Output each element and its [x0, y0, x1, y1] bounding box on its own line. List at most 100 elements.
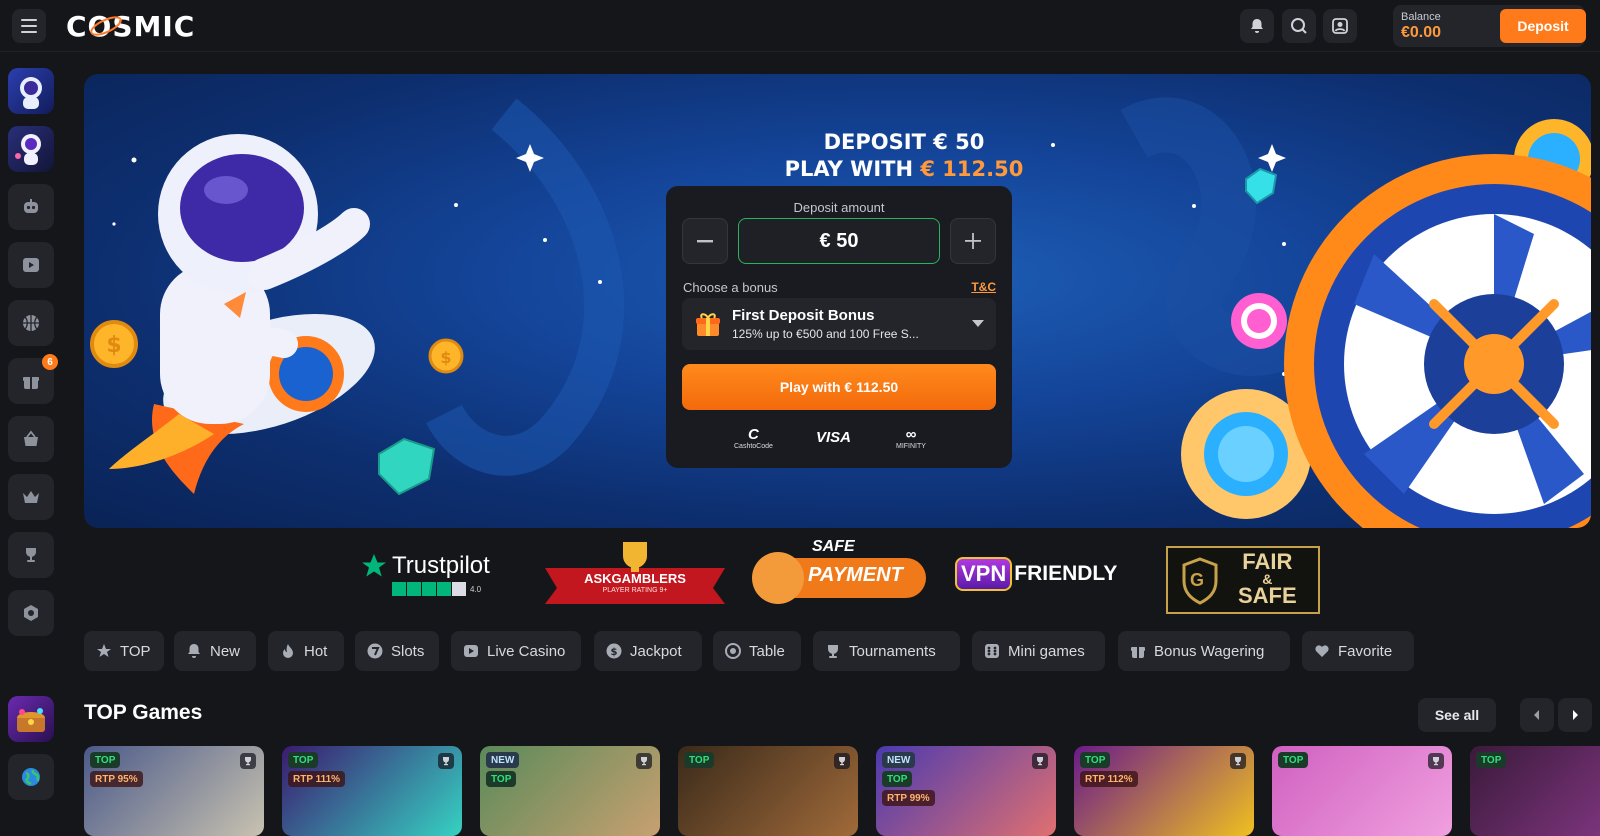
category-top[interactable]: TOP	[84, 631, 164, 671]
payment-cashtocode-label: CashtoCode	[734, 443, 773, 450]
category-table[interactable]: Table	[713, 631, 801, 671]
game-tag: TOP	[1476, 752, 1507, 768]
deposit-button[interactable]: Deposit	[1500, 9, 1586, 43]
category-jackpot[interactable]: $ Jackpot	[594, 631, 702, 671]
see-all-button[interactable]: See all	[1418, 698, 1496, 732]
vpn-label: VPN	[955, 557, 1013, 591]
logo-mark: COSMIC	[66, 10, 195, 43]
trophy-icon	[1032, 753, 1048, 769]
game-card[interactable]: TOP RTP 95%	[84, 746, 264, 836]
hero-title-line2: PLAY WITH € 112.50	[684, 156, 1124, 183]
sidebar-item-bonuses[interactable]: 6	[8, 354, 58, 404]
game-tag: RTP 112%	[1080, 771, 1138, 787]
sidebar-item-live[interactable]	[8, 242, 54, 288]
fair-safe-badge: G FAIR & SAFE	[1166, 546, 1320, 614]
safe-label-2: SAFE	[1238, 583, 1297, 608]
carousel-prev-button[interactable]	[1520, 698, 1554, 732]
payment-visa: VISA	[816, 429, 851, 446]
sidebar-item-games[interactable]	[8, 184, 54, 230]
game-card[interactable]: NEW TOP RTP 99%	[876, 746, 1056, 836]
game-card[interactable]: NEW TOP	[480, 746, 660, 836]
flame-icon	[280, 643, 296, 659]
astronaut-rocket-illustration	[109, 134, 375, 494]
deposit-amount-input[interactable]: € 50	[738, 218, 940, 264]
sidebar-item-shop[interactable]	[8, 416, 54, 462]
deposit-card: Deposit amount € 50 Choose a bonus T&C F…	[666, 186, 1012, 468]
hero-title-line1: DEPOSIT € 50	[823, 130, 985, 154]
gift-box-icon	[696, 313, 720, 336]
category-tournaments-label: Tournaments	[849, 642, 936, 660]
game-tag: TOP	[288, 752, 319, 768]
tnc-link[interactable]: T&C	[971, 280, 996, 294]
profile-icon[interactable]	[1323, 9, 1357, 43]
sidebar-astronaut-promo[interactable]	[8, 68, 54, 114]
menu-icon[interactable]	[12, 9, 46, 43]
category-mini-games[interactable]: Mini games	[972, 631, 1105, 671]
balance-value: €0.00	[1401, 24, 1442, 41]
category-favorite[interactable]: Favorite	[1302, 631, 1414, 671]
vpn-friendly-badge: VPN FRIENDLY	[955, 542, 1135, 606]
basketball-icon	[23, 315, 39, 331]
game-card[interactable]: TOP	[1272, 746, 1452, 836]
category-bonus-wagering-label: Bonus Wagering	[1154, 642, 1265, 660]
payment-visa-mark: VISA	[816, 429, 852, 446]
arrow-left-icon	[1534, 710, 1539, 720]
increase-amount-button[interactable]	[950, 218, 996, 264]
treasure-chest-icon	[17, 708, 45, 732]
top-bar: COSMIC Balance €0.00 Deposit	[0, 0, 1600, 52]
category-slots[interactable]: Slots	[355, 631, 439, 671]
category-hot-label: Hot	[304, 642, 328, 660]
trophy-icon	[1230, 753, 1246, 769]
category-mini-games-label: Mini games	[1008, 642, 1085, 660]
cup-icon	[825, 643, 841, 659]
fair-safe-text: FAIR & SAFE	[1238, 549, 1297, 608]
bonus-select[interactable]: First Deposit Bonus 125% up to €500 and …	[682, 298, 996, 350]
cosmic-logo[interactable]: COSMIC	[66, 10, 226, 49]
game-card[interactable]: TOP RTP 111%	[282, 746, 462, 836]
category-bonus-wagering[interactable]: Bonus Wagering	[1118, 631, 1290, 671]
language-selector[interactable]	[8, 754, 54, 800]
crown-icon	[23, 491, 39, 503]
safe-label: SAFE	[812, 538, 855, 555]
game-tag: TOP	[486, 771, 517, 787]
game-tag: TOP	[90, 752, 121, 768]
category-new-label: New	[210, 642, 241, 660]
decrease-amount-button[interactable]	[682, 218, 728, 264]
sidebar-treasure-promo[interactable]	[8, 696, 54, 742]
robot-icon	[24, 199, 38, 213]
jackpot-coin-icon: $	[606, 643, 622, 659]
fair-label: FAIR	[1242, 549, 1293, 574]
carousel-next-button[interactable]	[1558, 698, 1592, 732]
game-card[interactable]: TOP RTP 112%	[1074, 746, 1254, 836]
notifications-bell-icon[interactable]	[1240, 9, 1274, 43]
roulette-wheel	[1284, 154, 1591, 528]
globe-icon	[22, 768, 40, 786]
play-icon	[23, 258, 39, 272]
hero-title-line2-accent: € 112.50	[920, 157, 1024, 181]
game-card[interactable]: TOP	[1470, 746, 1600, 836]
astronaut-avatar-icon	[15, 134, 41, 165]
heart-icon	[1314, 643, 1330, 659]
category-tournaments[interactable]: Tournaments	[813, 631, 960, 671]
play-with-button[interactable]: Play with € 112.50	[682, 364, 996, 410]
category-new[interactable]: New	[174, 631, 256, 671]
bonus-count-badge: 6	[42, 354, 58, 370]
category-live-casino[interactable]: Live Casino	[451, 631, 581, 671]
sidebar-astronaut-avatar[interactable]	[8, 126, 54, 172]
game-card[interactable]: TOP	[678, 746, 858, 836]
category-favorite-label: Favorite	[1338, 642, 1393, 660]
sidebar-item-vip[interactable]	[8, 474, 54, 520]
safe-payment-badge: SAFE PAYMENT	[750, 538, 930, 610]
category-table-label: Table	[749, 642, 785, 660]
svg-text:COSMIC: COSMIC	[66, 10, 195, 42]
trophy-icon	[1428, 753, 1444, 769]
slots-seven-icon	[367, 643, 383, 659]
sidebar-item-sport[interactable]	[8, 300, 54, 346]
svg-text:$: $	[106, 333, 121, 358]
trust-badges: Trustpilot 4.0 ASKGAMBLERS PLAYER RATING…	[0, 534, 1600, 614]
game-tag: NEW	[486, 752, 520, 768]
category-hot[interactable]: Hot	[268, 631, 344, 671]
fair-safe-shield-letter: G	[1190, 570, 1205, 590]
payment-cashtocode-mark: C	[748, 426, 759, 443]
search-icon[interactable]	[1282, 9, 1316, 43]
